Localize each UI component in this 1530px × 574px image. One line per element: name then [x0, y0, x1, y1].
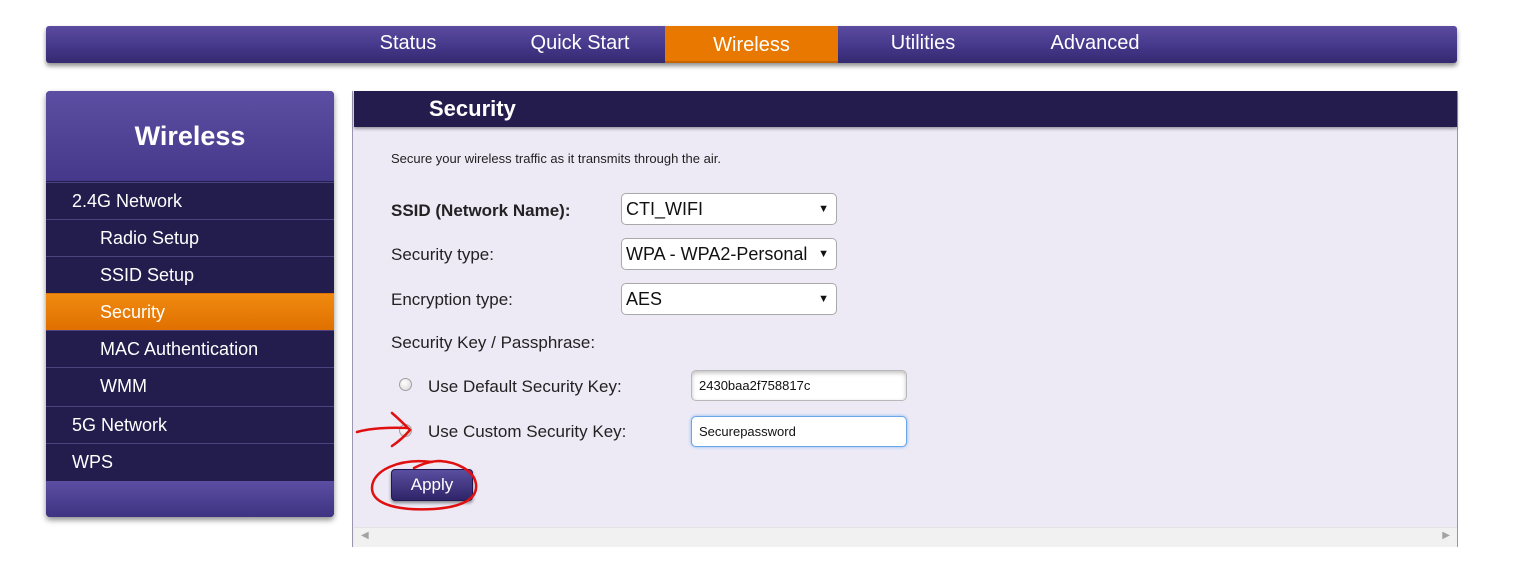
ssid-select[interactable]: CTI_WIFI ▼ [621, 193, 837, 225]
custom-key-radio[interactable] [399, 424, 412, 437]
sidebar-item-radio-setup[interactable]: Radio Setup [46, 219, 334, 256]
sidebar-item-wps[interactable]: WPS [46, 443, 334, 480]
custom-key-label: Use Custom Security Key: [428, 422, 627, 441]
security-type-label: Security type: [391, 245, 494, 264]
tab-utilities[interactable]: Utilities [882, 26, 964, 63]
sidebar-item-ssid-setup[interactable]: SSID Setup [46, 256, 334, 293]
sidebar-item-mac-authentication[interactable]: MAC Authentication [46, 330, 334, 367]
tab-wireless[interactable]: Wireless [665, 26, 838, 63]
sidebar: Wireless 2.4G Network Radio Setup SSID S… [46, 91, 334, 517]
horizontal-scrollbar[interactable]: ◀ ▶ [354, 527, 1457, 547]
ssid-select-value: CTI_WIFI [626, 199, 703, 219]
encryption-type-select[interactable]: AES ▼ [621, 283, 837, 315]
chevron-down-icon: ▼ [818, 293, 829, 305]
security-type-select-value: WPA - WPA2-Personal [626, 244, 808, 264]
sidebar-item-2-4g-network[interactable]: 2.4G Network [46, 182, 334, 219]
tab-quick-start[interactable]: Quick Start [516, 26, 644, 63]
sidebar-item-5g-network[interactable]: 5G Network [46, 406, 334, 443]
default-key-radio[interactable] [399, 378, 412, 391]
sidebar-footer [46, 481, 334, 517]
chevron-down-icon: ▼ [818, 248, 829, 260]
chevron-down-icon: ▼ [818, 203, 829, 215]
tab-status[interactable]: Status [370, 26, 446, 63]
sidebar-title: Wireless [46, 91, 334, 181]
main-panel: Security Secure your wireless traffic as… [352, 91, 1458, 547]
scroll-left-arrow-icon[interactable]: ◀ [361, 530, 369, 541]
sidebar-item-wmm[interactable]: WMM [46, 367, 334, 404]
custom-key-field[interactable] [691, 416, 907, 447]
page-title: Security [354, 91, 1457, 127]
tab-advanced[interactable]: Advanced [1037, 26, 1153, 63]
scroll-right-arrow-icon[interactable]: ▶ [1442, 530, 1450, 541]
ssid-label: SSID (Network Name): [391, 201, 571, 220]
encryption-type-select-value: AES [626, 289, 663, 309]
default-key-label: Use Default Security Key: [428, 377, 622, 396]
apply-button[interactable]: Apply [391, 469, 473, 501]
default-key-field[interactable] [691, 370, 907, 401]
top-navigation-bar: Status Quick Start Wireless Utilities Ad… [46, 26, 1457, 63]
security-key-section-label: Security Key / Passphrase: [391, 333, 596, 352]
sidebar-item-security[interactable]: Security [46, 293, 334, 330]
encryption-type-label: Encryption type: [391, 290, 513, 309]
security-type-select[interactable]: WPA - WPA2-Personal ▼ [621, 238, 837, 270]
page-description: Secure your wireless traffic as it trans… [391, 151, 721, 166]
